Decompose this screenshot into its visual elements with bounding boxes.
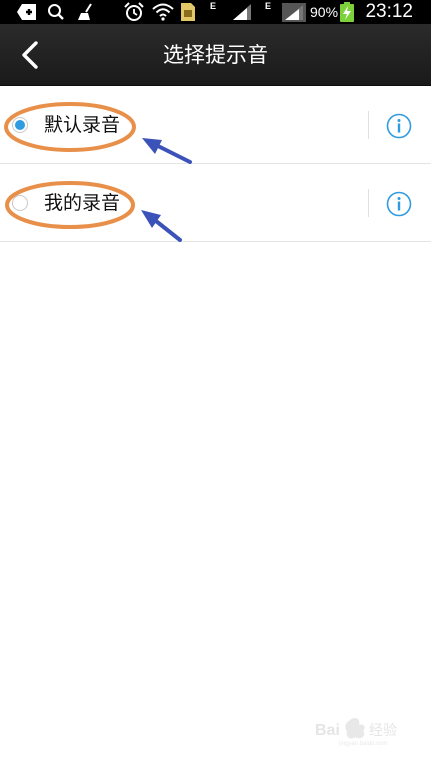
ringtone-label: 默认录音 [44, 114, 121, 136]
baidu-watermark-logo: Bai 经验 jingyan.baidu.com [315, 718, 397, 747]
ringtone-label: 我的录音 [44, 192, 121, 214]
signal-icon [232, 0, 252, 24]
wifi-icon [152, 0, 174, 24]
ringtone-list: 默认录音 我的录音 [0, 86, 431, 242]
ringtone-item-my-recording[interactable]: 我的录音 [0, 164, 431, 242]
clock-time: 23:12 [365, 1, 413, 22]
svg-text:经验: 经验 [369, 723, 397, 739]
radio-selected-dot [15, 120, 25, 130]
broom-icon [77, 0, 95, 24]
divider [368, 111, 369, 139]
status-bar: E E 90% 23:12 [0, 0, 431, 24]
svg-text:Bai: Bai [315, 722, 340, 739]
info-circle-icon [386, 113, 412, 139]
info-button[interactable] [386, 191, 412, 217]
signal-icon [282, 0, 306, 24]
sim-card-icon [180, 0, 196, 24]
title-bar: 选择提示音 [0, 24, 431, 86]
network-type-2: E [265, 1, 272, 11]
network-type: E [210, 1, 217, 11]
svg-text:jingyan.baidu.com: jingyan.baidu.com [338, 741, 387, 747]
radio-button[interactable] [12, 195, 28, 211]
add-box-icon [16, 0, 38, 24]
search-icon [47, 0, 65, 24]
alarm-icon [123, 0, 145, 24]
divider [368, 189, 369, 217]
battery-percent: 90% [310, 4, 339, 20]
info-button[interactable] [386, 113, 412, 139]
radio-button[interactable] [12, 117, 28, 133]
ringtone-item-default[interactable]: 默认录音 [0, 86, 431, 164]
page-title: 选择提示音 [163, 43, 268, 67]
battery-charging-icon [340, 0, 354, 24]
info-circle-icon [386, 191, 412, 217]
